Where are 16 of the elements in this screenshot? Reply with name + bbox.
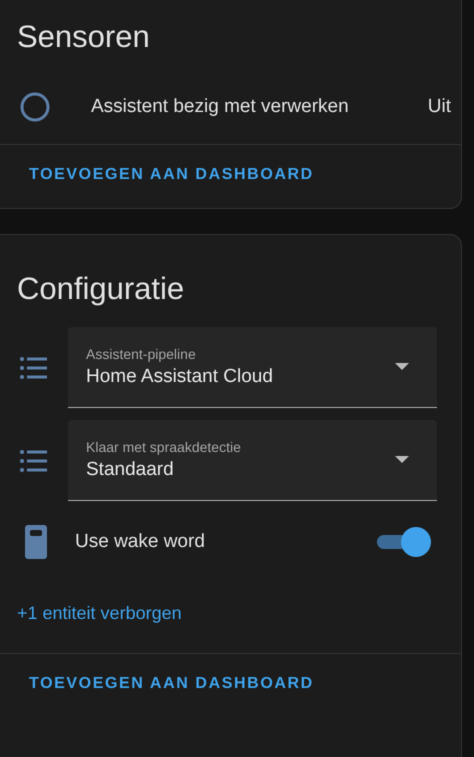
hidden-entities-link[interactable]: +1 entiteit verborgen [17, 603, 182, 623]
caret-icon [395, 363, 409, 371]
card-title: Configuratie [16, 271, 186, 308]
dropdown-field[interactable]: Klaar met spraakdetectie Standaard [68, 420, 437, 501]
dropdown-field[interactable]: Assistent-pipeline Home Assistant Cloud [68, 327, 437, 408]
entity-name: Assistent bezig met verwerken [91, 96, 350, 118]
add-to-dashboard-button[interactable]: TOEVOEGEN AAN DASHBOARD [23, 671, 320, 697]
list-icon [19, 448, 49, 472]
device-icon [25, 525, 47, 559]
circle-icon [19, 91, 51, 123]
entity-state: Uit [428, 96, 451, 118]
entity-name: Use wake word [75, 531, 206, 553]
caret-icon [395, 456, 409, 464]
add-to-dashboard-button[interactable]: TOEVOEGEN AAN DASHBOARD [23, 162, 320, 188]
card-title: Sensoren [16, 19, 151, 56]
list-icon [19, 356, 49, 380]
